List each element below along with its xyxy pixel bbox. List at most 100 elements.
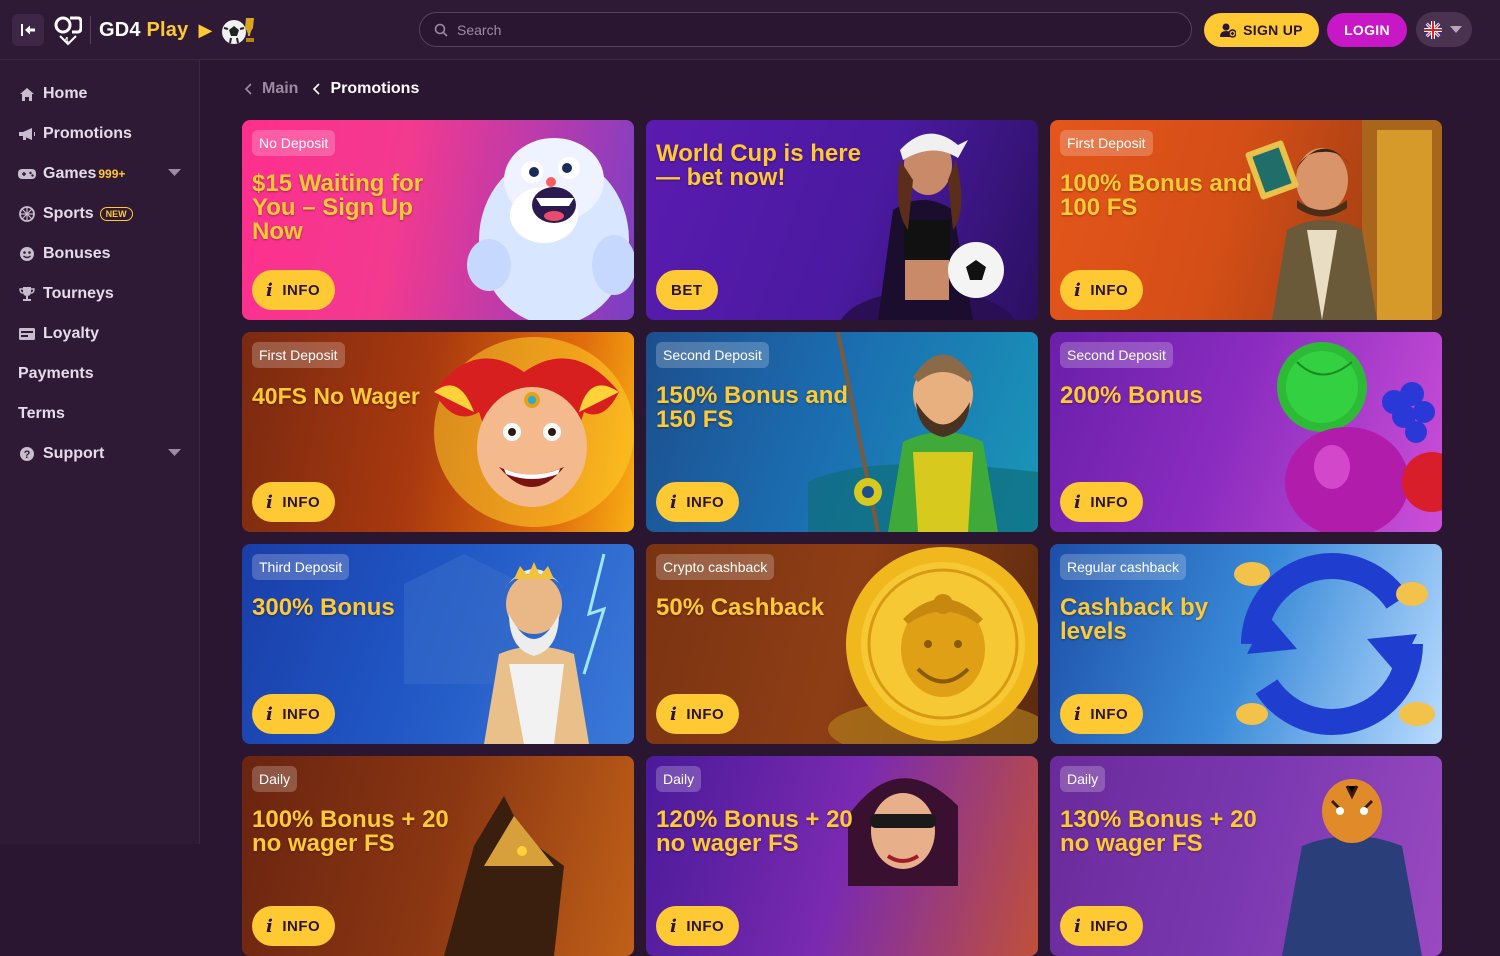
megaphone-icon (18, 125, 36, 143)
promo-card[interactable]: Regular cashback Cashback by levels i INF… (1050, 544, 1442, 744)
info-icon: i (1074, 491, 1082, 513)
info-button-label: INFO (686, 705, 725, 723)
breadcrumb-main-link[interactable]: Main (262, 80, 298, 98)
sidebar-item-support[interactable]: ? Support (0, 434, 199, 474)
info-button-label: INFO (282, 281, 321, 299)
info-button-label: INFO (686, 493, 725, 511)
info-icon: i (266, 703, 274, 725)
logo[interactable]: 4 GD4 Play ▶ (54, 14, 256, 46)
search-input[interactable]: Search (419, 12, 1192, 47)
bet-button-label: BET (671, 281, 703, 299)
promo-tag: Second Deposit (656, 342, 769, 368)
info-icon: i (670, 703, 678, 725)
info-button[interactable]: i INFO (252, 270, 336, 310)
promo-title: 300% Bonus (252, 594, 395, 621)
login-button[interactable]: LOGIN (1327, 13, 1407, 47)
sidebar-item-label: Games (43, 165, 97, 182)
play-arrow-icon: ▶ (198, 19, 213, 40)
info-icon: i (266, 491, 274, 513)
info-button[interactable]: i INFO (1060, 482, 1144, 522)
sidebar-item-payments[interactable]: Payments (0, 354, 199, 394)
uk-flag-icon (1424, 20, 1442, 39)
promo-tag: Daily (656, 766, 702, 792)
info-button[interactable]: i INFO (1060, 694, 1144, 734)
promo-tag: Crypto cashback (656, 554, 775, 580)
help-icon: ? (18, 445, 36, 463)
promo-card[interactable]: Second Deposit 150% Bonus and 150 FS i IN… (646, 332, 1038, 532)
logo-divider (90, 16, 91, 44)
promo-card[interactable]: Daily 100% Bonus + 20 no wager FS i INFO (242, 756, 634, 956)
sidebar-item-sports[interactable]: Sports NEW (0, 194, 199, 234)
promo-title: 130% Bonus + 20 no wager FS (1060, 806, 1257, 857)
promo-title: Cashback by levels (1060, 594, 1209, 645)
promo-card[interactable]: No Deposit $15 Waiting for You – Sign Up… (242, 120, 634, 320)
fisherman-illustration (808, 332, 1038, 532)
promo-card[interactable]: Third Deposit 300% Bonus i INFO (242, 544, 634, 744)
promo-title: 200% Bonus (1060, 382, 1203, 409)
sidebar-item-loyalty[interactable]: Loyalty (0, 314, 199, 354)
home-icon (18, 85, 36, 103)
sports-icon (18, 205, 36, 223)
info-button[interactable]: i INFO (1060, 906, 1144, 946)
promo-card[interactable]: Daily 130% Bonus + 20 no wager FS i INFO (1050, 756, 1442, 956)
chevron-down-icon[interactable] (168, 169, 181, 177)
info-button[interactable]: i INFO (656, 906, 740, 946)
promo-title: World Cup is here — bet now! (656, 140, 861, 191)
sidebar-item-label: Sports (43, 205, 94, 222)
svg-text:?: ? (24, 449, 31, 461)
breadcrumb: Main Promotions (244, 80, 419, 98)
sign-up-label: SIGN UP (1243, 22, 1303, 38)
info-button-label: INFO (1090, 917, 1129, 935)
sidebar-item-tourneys[interactable]: Tourneys (0, 274, 199, 314)
sidebar-item-label: Tourneys (43, 285, 114, 302)
info-button-label: INFO (282, 493, 321, 511)
promo-title: 100% Bonus + 20 no wager FS (252, 806, 449, 857)
anubis-illustration (444, 796, 564, 956)
info-button[interactable]: i INFO (656, 694, 740, 734)
collapse-arrow-icon (21, 24, 35, 36)
trophy-icon (18, 285, 36, 303)
soccer-trophy-icon (222, 18, 255, 44)
collapse-sidebar-button[interactable] (12, 14, 44, 46)
promo-tag: Regular cashback (1060, 554, 1187, 580)
language-selector[interactable] (1416, 12, 1472, 47)
sidebar-item-terms[interactable]: Terms (0, 394, 199, 434)
chevron-left-icon (313, 83, 321, 95)
chevron-left-icon (244, 83, 252, 95)
sidebar-item-label: Loyalty (43, 325, 100, 342)
promo-card[interactable]: World Cup is here — bet now! BET (646, 120, 1038, 320)
info-button[interactable]: i INFO (252, 694, 336, 734)
sidebar-item-label: Bonuses (43, 245, 111, 262)
bet-button[interactable]: BET (656, 270, 718, 310)
sidebar-item-promotions[interactable]: Promotions (0, 114, 199, 154)
jester-illustration (434, 337, 634, 527)
promo-tag: Third Deposit (252, 554, 350, 580)
sidebar-item-label: Support (43, 445, 105, 462)
gold-coin-illustration (828, 547, 1038, 744)
info-button[interactable]: i INFO (656, 482, 740, 522)
promo-card[interactable]: Crypto cashback 50% Cashback i INFO (646, 544, 1038, 744)
logo-text: GD4 Play (99, 19, 188, 42)
sidebar-item-label: Payments (18, 365, 94, 382)
promo-tag: First Deposit (1060, 130, 1153, 156)
gamepad-icon (18, 165, 36, 183)
promo-tag: No Deposit (252, 130, 336, 156)
info-icon: i (670, 491, 678, 513)
explorer-illustration (1245, 120, 1442, 320)
info-icon: i (1074, 703, 1082, 725)
chevron-down-icon[interactable] (168, 449, 181, 457)
sign-up-button[interactable]: SIGN UP (1204, 13, 1319, 47)
sidebar-item-bonuses[interactable]: Bonuses (0, 234, 199, 274)
info-button[interactable]: i INFO (252, 482, 336, 522)
info-button[interactable]: i INFO (252, 906, 336, 946)
promo-card[interactable]: Second Deposit 200% Bonus i INFO (1050, 332, 1442, 532)
sidebar-item-home[interactable]: Home (0, 74, 199, 114)
promo-card[interactable]: First Deposit 100% Bonus and 100 FS i INF… (1050, 120, 1442, 320)
promo-card[interactable]: Daily 120% Bonus + 20 no wager FS i INFO (646, 756, 1038, 956)
sidebar-item-label: Terms (18, 405, 65, 422)
spy-woman-illustration (848, 778, 958, 886)
user-plus-icon (1220, 23, 1237, 38)
sidebar-item-games[interactable]: Games 999+ (0, 154, 199, 194)
info-button[interactable]: i INFO (1060, 270, 1144, 310)
promo-card[interactable]: First Deposit 40FS No Wager i INFO (242, 332, 634, 532)
